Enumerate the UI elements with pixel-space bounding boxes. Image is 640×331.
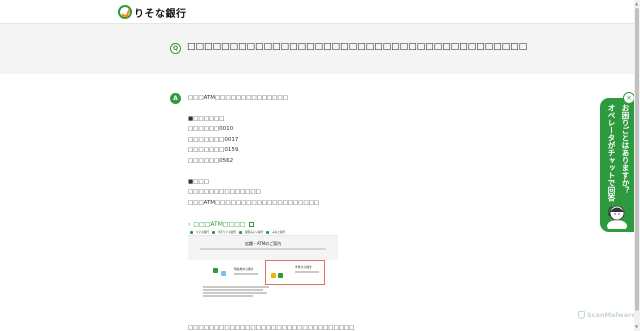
bank-icon xyxy=(190,230,193,234)
embedded-description-line xyxy=(200,248,326,250)
embedded-text-line xyxy=(203,289,263,291)
bank-icon xyxy=(266,230,270,234)
shield-icon xyxy=(578,311,585,319)
operator-avatar-icon[interactable] xyxy=(606,201,628,229)
question-band: Q □□□□□□□□□□□□□□□□□□□□□□□□□□□□□□□□□□□□□□… xyxy=(0,24,634,74)
embedded-text-line xyxy=(203,295,253,297)
bank-icon xyxy=(211,230,215,234)
page: りそな銀行 Q □□□□□□□□□□□□□□□□□□□□□□□□□□□□□□□□… xyxy=(0,0,640,331)
scroll-down-arrow-icon[interactable]: ▼ xyxy=(635,324,638,329)
embedded-text-line xyxy=(203,286,269,288)
embedded-screenshot: りそな銀行 埼玉りそな銀行 関西みらい銀行 みなと銀行 店舗・ATMのご案内 現… xyxy=(188,229,338,299)
chat-prompt-text[interactable]: お困りごとはありますか？ xyxy=(621,104,630,194)
building-icon xyxy=(221,271,226,276)
resona-logo[interactable]: りそな銀行 xyxy=(118,4,187,20)
atm-icon xyxy=(271,273,276,278)
atm-link[interactable]: › □□□ATM□□□□ xyxy=(188,221,254,228)
bank-icon xyxy=(239,230,243,234)
answer-line: □□□ATM□□□□□□□□□□□□□□ xyxy=(188,95,288,101)
embedded-nav-item: みなと銀行 xyxy=(272,231,286,234)
atm-link-label: □□□ATM□□□□ xyxy=(193,221,246,228)
answer-line: □□□□□□□□□□□□□□ xyxy=(188,189,261,195)
chevron-right-icon: › xyxy=(188,221,191,228)
question-badge: Q xyxy=(170,43,181,54)
embedded-card-text xyxy=(295,271,319,273)
question-text: □□□□□□□□□□□□□□□□□□□□□□□□□□□□□□□□□□□□□□□□ xyxy=(187,42,528,52)
answer-line: ■□□□ xyxy=(188,179,209,185)
chat-operator-text[interactable]: オペレータがチャットで回答 xyxy=(607,104,616,202)
answer-bottom-text: □□□□□□□□□□□□□□□□□□□□□□□□□□□□□□□□ xyxy=(188,325,355,331)
scroll-up-arrow-icon[interactable]: ▲ xyxy=(635,1,638,6)
map-pin-icon xyxy=(213,268,218,273)
answer-line: □□□ATM□□□□□□□□□□□□□□□□□□□□ xyxy=(188,200,319,206)
answer-line: ■□□□□□□ xyxy=(188,116,225,122)
scanmalware-watermark: ScanMalware xyxy=(578,311,636,319)
embedded-card-conditions: 条件から探す xyxy=(265,260,325,285)
embedded-title: 店舗・ATMのご案内 xyxy=(244,241,282,246)
site-header: りそな銀行 xyxy=(0,0,634,24)
answer-badge: A xyxy=(170,93,181,104)
embedded-card-label: 現在地から探す xyxy=(234,267,254,271)
embedded-card-location: 現在地から探す xyxy=(210,260,268,285)
logo-text: りそな銀行 xyxy=(134,8,187,20)
embedded-nav-item: 埼玉りそな銀行 xyxy=(217,231,237,234)
watermark-text: ScanMalware xyxy=(587,311,636,319)
resona-logo-icon xyxy=(118,5,132,19)
answer-line: □□□□□□□0017 xyxy=(188,137,239,143)
embedded-title-band: 店舗・ATMのご案内 xyxy=(188,236,338,260)
embedded-nav-item: りそな銀行 xyxy=(196,231,209,234)
embedded-nav-item: 関西みらい銀行 xyxy=(245,231,264,234)
answer-line: □□□□□□0010 xyxy=(188,126,234,132)
embedded-text-line xyxy=(203,292,267,294)
embedded-nav: りそな銀行 埼玉りそな銀行 関西みらい銀行 みなと銀行 xyxy=(188,229,338,236)
scrollbar-thumb[interactable] xyxy=(635,8,639,311)
external-link-icon xyxy=(248,222,254,227)
embedded-card-label: 条件から探す xyxy=(295,265,312,269)
branch-icon xyxy=(278,273,283,278)
answer-line: □□□□□□0562 xyxy=(188,158,234,164)
answer-line: □□□□□□□0159 xyxy=(188,147,239,153)
embedded-card-text xyxy=(234,273,258,275)
